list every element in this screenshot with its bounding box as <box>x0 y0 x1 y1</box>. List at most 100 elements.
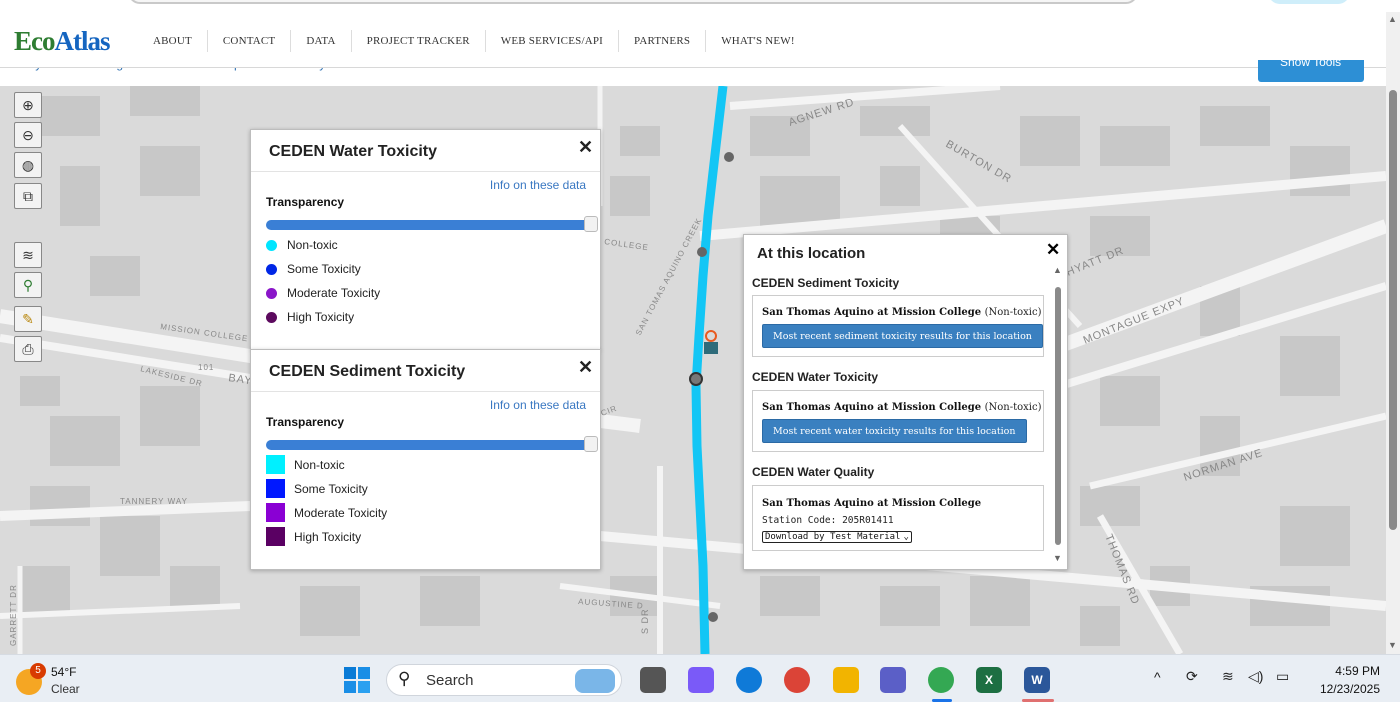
sync-icon[interactable]: ⟳ <box>1186 668 1198 685</box>
download-test-material-select[interactable]: Download by Test Material ⌄ <box>762 531 912 543</box>
popup-scroll-thumb[interactable] <box>1055 287 1061 545</box>
water-panel-divider <box>251 171 600 172</box>
page-scroll-down-icon[interactable]: ▼ <box>1388 640 1397 650</box>
sediment-nontoxic-label: Non-toxic <box>294 457 345 472</box>
print-icon[interactable]: ⎙ <box>14 336 42 362</box>
station-code: Station Code: 205R01411 <box>762 515 894 526</box>
browser-profile-button[interactable] <box>1268 0 1350 4</box>
water-some-swatch <box>266 263 277 275</box>
water-high-swatch <box>266 311 277 323</box>
popup-scroll-down-icon[interactable]: ▼ <box>1053 553 1062 563</box>
nav-partners[interactable]: PARTNERS <box>619 30 707 52</box>
popup-scroll-up-icon[interactable]: ▲ <box>1053 265 1062 275</box>
word-icon[interactable]: W <box>1024 667 1050 693</box>
page-scroll-up-icon[interactable]: ▲ <box>1388 14 1397 24</box>
excel-icon[interactable]: X <box>976 667 1002 693</box>
map-marker-icon[interactable]: ⚲ <box>14 272 42 298</box>
water-legend-some: Some Toxicity <box>266 262 361 276</box>
water-info-link[interactable]: Info on these data <box>490 178 586 192</box>
volume-icon[interactable]: ◁) <box>1248 668 1263 685</box>
chrome-icon[interactable] <box>784 667 810 693</box>
popup-water-box: San Thomas Aquino at Mission College (No… <box>752 390 1044 452</box>
popup-quality-heading: CEDEN Water Quality <box>752 465 875 479</box>
sediment-slider-handle[interactable] <box>584 436 598 452</box>
popup-close-icon[interactable]: ✕ <box>1046 240 1060 260</box>
sediment-panel-title: CEDEN Sediment Toxicity <box>269 363 466 380</box>
ecoatlas-logo[interactable]: EcoAtlas <box>14 26 111 57</box>
nav-project-tracker[interactable]: PROJECT TRACKER <box>352 30 486 52</box>
search-icon: ⚲ <box>398 669 411 688</box>
nav-web-services[interactable]: WEB SERVICES/API <box>486 30 620 52</box>
zoom-box-icon[interactable]: ⧉ <box>14 183 42 209</box>
sediment-legend-moderate: Moderate Toxicity <box>266 503 387 522</box>
clock-time[interactable]: 4:59 PM <box>1335 664 1380 678</box>
quality-site-name: San Thomas Aquino at Mission College <box>762 498 982 509</box>
popup-title: At this location <box>757 245 866 262</box>
page-scrollbar[interactable]: ▲ ▼ <box>1386 12 1400 654</box>
layers-icon[interactable]: ≋ <box>14 242 42 268</box>
water-site-status: (Non-toxic) <box>984 402 1042 413</box>
wifi-icon[interactable]: ≋ <box>1222 668 1234 685</box>
sediment-moderate-swatch <box>266 503 285 522</box>
clock-date[interactable]: 12/23/2025 <box>1320 682 1380 696</box>
weather-condition[interactable]: Clear <box>51 682 80 696</box>
sediment-high-swatch <box>266 527 285 546</box>
measure-ruler-icon[interactable]: ✎ <box>14 306 42 332</box>
sediment-results-button[interactable]: Most recent sediment toxicity results fo… <box>762 324 1043 348</box>
water-moderate-swatch <box>266 287 277 299</box>
label-s-dr: S DR <box>640 608 650 634</box>
sediment-site-name: San Thomas Aquino at Mission College (No… <box>762 307 1041 318</box>
page-scroll-thumb[interactable] <box>1389 90 1397 530</box>
water-legend-high: High Toxicity <box>266 310 354 324</box>
water-results-button[interactable]: Most recent water toxicity results for t… <box>762 419 1027 443</box>
water-panel-close-icon[interactable]: ✕ <box>578 137 593 158</box>
location-info-popup: At this location ✕ CEDEN Sediment Toxici… <box>743 234 1068 570</box>
copilot-icon[interactable] <box>688 667 714 693</box>
nav-about[interactable]: ABOUT <box>138 30 208 52</box>
sediment-info-link[interactable]: Info on these data <box>490 398 586 412</box>
logo-eco: Eco <box>14 26 55 56</box>
label-garrett: GARRETT DR <box>9 584 18 646</box>
water-moderate-label: Moderate Toxicity <box>287 286 381 300</box>
search-highlight-icon <box>575 669 615 693</box>
water-slider-handle[interactable] <box>584 216 598 232</box>
nav-data[interactable]: DATA <box>291 30 352 52</box>
search-placeholder: Search <box>426 672 474 689</box>
battery-icon[interactable]: ▭ <box>1276 668 1289 685</box>
popup-scrollbar[interactable]: ▲ ▼ <box>1052 265 1064 567</box>
site-header: EcoAtlas ABOUT CONTACT DATA PROJECT TRAC… <box>0 12 1386 68</box>
popup-water-heading: CEDEN Water Toxicity <box>752 370 879 384</box>
water-legend-nontoxic: Non-toxic <box>266 238 338 252</box>
weather-temp[interactable]: 54°F <box>51 665 76 679</box>
address-bar[interactable] <box>128 0 1138 4</box>
browser-top-strip <box>0 0 1400 12</box>
chevron-up-icon[interactable]: ^ <box>1154 669 1161 685</box>
map-canvas[interactable]: AGNEW RD BURTON DR HYATT DR MONTAGUE EXP… <box>0 86 1386 654</box>
chevron-down-icon: ⌄ <box>903 532 909 542</box>
water-transparency-slider[interactable] <box>266 216 598 232</box>
water-nontoxic-label: Non-toxic <box>287 238 338 252</box>
sediment-panel-close-icon[interactable]: ✕ <box>578 357 593 378</box>
zoom-out-icon[interactable]: ⊖ <box>14 122 42 148</box>
teams-icon[interactable] <box>880 667 906 693</box>
chrome-profile-icon[interactable] <box>928 667 954 693</box>
sediment-some-label: Some Toxicity <box>294 481 368 496</box>
file-explorer-icon[interactable] <box>833 667 859 693</box>
zoom-in-icon[interactable]: ⊕ <box>14 92 42 118</box>
windows-start-icon[interactable] <box>344 667 370 693</box>
taskbar-search-box[interactable]: ⚲ Search <box>386 664 622 696</box>
sediment-toxicity-legend-panel: CEDEN Sediment Toxicity ✕ Info on these … <box>250 349 601 570</box>
edge-browser-icon[interactable] <box>736 667 762 693</box>
water-nontoxic-swatch <box>266 239 277 251</box>
nav-whats-new[interactable]: WHAT'S NEW! <box>706 30 810 52</box>
task-view-icon[interactable] <box>640 667 666 693</box>
show-tools-button[interactable]: Show Tools <box>1258 60 1364 82</box>
sediment-panel-divider <box>251 391 600 392</box>
globe-icon[interactable]: ◍ <box>14 152 42 178</box>
water-legend-moderate: Moderate Toxicity <box>266 286 380 300</box>
sediment-high-label: High Toxicity <box>294 529 362 544</box>
sediment-transparency-slider[interactable] <box>266 436 598 452</box>
nav-contact[interactable]: CONTACT <box>208 30 292 52</box>
water-transparency-label: Transparency <box>266 195 345 209</box>
sediment-nontoxic-swatch <box>266 455 285 474</box>
